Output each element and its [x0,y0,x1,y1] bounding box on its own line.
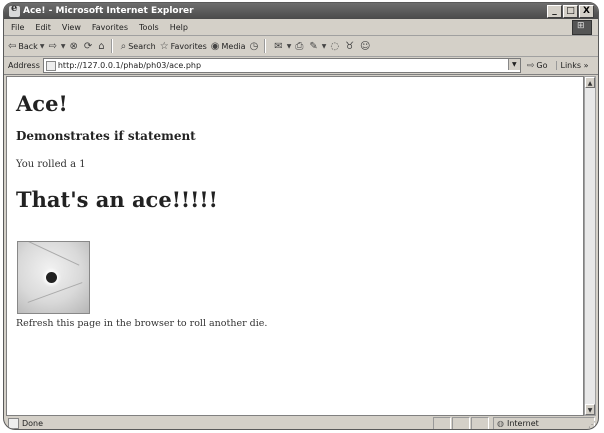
ie-icon [9,3,20,17]
media-button[interactable]: ◉ Media [211,41,246,52]
home-icon: ⌂ [98,40,105,52]
mail-dropdown-icon[interactable]: ▼ [287,43,292,50]
address-input[interactable]: http://127.0.0.1/phab/ph03/ace.php ▼ [42,58,521,73]
windows-logo-icon [572,20,592,35]
discuss-icon: ◌ [330,40,340,52]
page-subtitle: Demonstrates if statement [16,129,196,143]
globe-icon: ◍ [497,418,504,428]
forward-dropdown-icon[interactable]: ▼ [61,43,66,50]
scroll-down-icon[interactable]: ▼ [585,404,595,415]
research-icon: ♉ [345,40,355,52]
stop-icon: ⊗ [69,40,78,52]
page-content: Ace! Demonstrates if statement You rolle… [6,76,584,416]
research-button[interactable]: ♉ [345,41,356,52]
status-bar: Done ◍ Internet ⋰ [4,416,598,429]
history-button[interactable]: ◷ [250,41,261,52]
home-button[interactable]: ⌂ [98,41,106,52]
roll-result-text: You rolled a 1 [16,159,86,170]
favorites-icon: ☆ [159,40,169,52]
links-label: Links [560,61,582,70]
edit-icon: ✎ [309,40,318,52]
print-icon: ⎙ [295,40,304,52]
go-button[interactable]: ⇨ Go [527,61,548,71]
die-pip [46,272,57,283]
menu-file[interactable]: File [11,23,24,32]
page-title: Ace! [16,91,68,116]
menu-help[interactable]: Help [170,23,188,32]
menu-bar: File Edit View Favorites Tools Help [4,19,598,36]
edit-dropdown-icon[interactable]: ▼ [322,43,327,50]
messenger-icon: ☺ [360,40,371,52]
address-url[interactable]: http://127.0.0.1/phab/ph03/ace.php [58,61,201,70]
vertical-scrollbar[interactable]: ▲ ▼ [584,76,596,416]
ace-message: That's an ace!!!!! [16,187,218,212]
media-label: Media [221,41,246,51]
address-dropdown-icon[interactable]: ▼ [507,59,520,70]
forward-button[interactable]: ⇨ ▼ [48,41,65,52]
die-texture [24,242,80,266]
print-button[interactable]: ⎙ [295,41,305,52]
security-zone: ◍ Internet [493,416,595,429]
title-bar: Ace! - Microsoft Internet Explorer _ □ X [4,3,598,19]
toolbar-separator [110,39,113,53]
menu-tools[interactable]: Tools [139,23,159,32]
search-icon: ⌕ [120,40,127,52]
browser-window: Ace! - Microsoft Internet Explorer _ □ X… [3,2,599,430]
favorites-label: Favorites [170,41,207,51]
history-icon: ◷ [249,40,259,52]
menu-edit[interactable]: Edit [35,23,51,32]
mail-button[interactable]: ✉ ▼ [274,41,291,52]
refresh-button[interactable]: ⟳ [84,41,94,52]
address-bar: Address http://127.0.0.1/phab/ph03/ace.p… [4,57,598,75]
favorites-button[interactable]: ☆ Favorites [160,41,207,52]
discuss-button[interactable]: ◌ [330,41,341,52]
page-icon [45,60,56,71]
window-title: Ace! - Microsoft Internet Explorer [23,6,194,16]
menu-view[interactable]: View [62,23,81,32]
scroll-up-icon[interactable]: ▲ [585,77,595,88]
edit-button[interactable]: ✎ ▼ [309,41,326,52]
media-icon: ◉ [210,40,220,52]
minimize-button[interactable]: _ [547,5,562,18]
toolbar-separator [264,39,267,53]
maximize-button[interactable]: □ [563,5,578,18]
stop-button[interactable]: ⊗ [69,41,79,52]
messenger-button[interactable]: ☺ [360,41,372,52]
search-button[interactable]: ⌕ Search [121,41,156,52]
window-controls: _ □ X [547,5,594,18]
chevron-right-icon: » [583,61,589,70]
back-label: Back [18,41,38,51]
refresh-icon: ⟳ [83,40,93,52]
menu-favorites[interactable]: Favorites [92,23,128,32]
back-button[interactable]: ⇦ Back ▼ [8,41,44,52]
zone-label: Internet [506,418,539,428]
go-arrow-icon: ⇨ [526,60,535,71]
mail-icon: ✉ [274,40,283,52]
go-label: Go [536,61,548,70]
back-dropdown-icon[interactable]: ▼ [40,43,45,50]
status-pane [452,416,470,429]
search-label: Search [128,41,156,51]
address-label: Address [8,61,40,70]
links-button[interactable]: Links » [555,61,589,70]
standard-toolbar: ⇦ Back ▼ ⇨ ▼ ⊗ ⟳ ⌂ ⌕ Search ☆ Favorites … [4,36,598,57]
status-pane [471,416,489,429]
refresh-instructions: Refresh this page in the browser to roll… [16,318,268,329]
forward-arrow-icon: ⇨ [48,40,57,52]
die-texture [27,282,83,303]
close-button[interactable]: X [579,5,594,18]
die-face-image [17,241,90,314]
back-arrow-icon: ⇦ [8,40,17,52]
status-message: Done [8,417,432,429]
status-pane [433,416,451,429]
resize-grip-icon[interactable]: ⋰ [588,420,596,429]
status-text: Done [22,418,44,428]
page-status-icon [8,417,19,429]
